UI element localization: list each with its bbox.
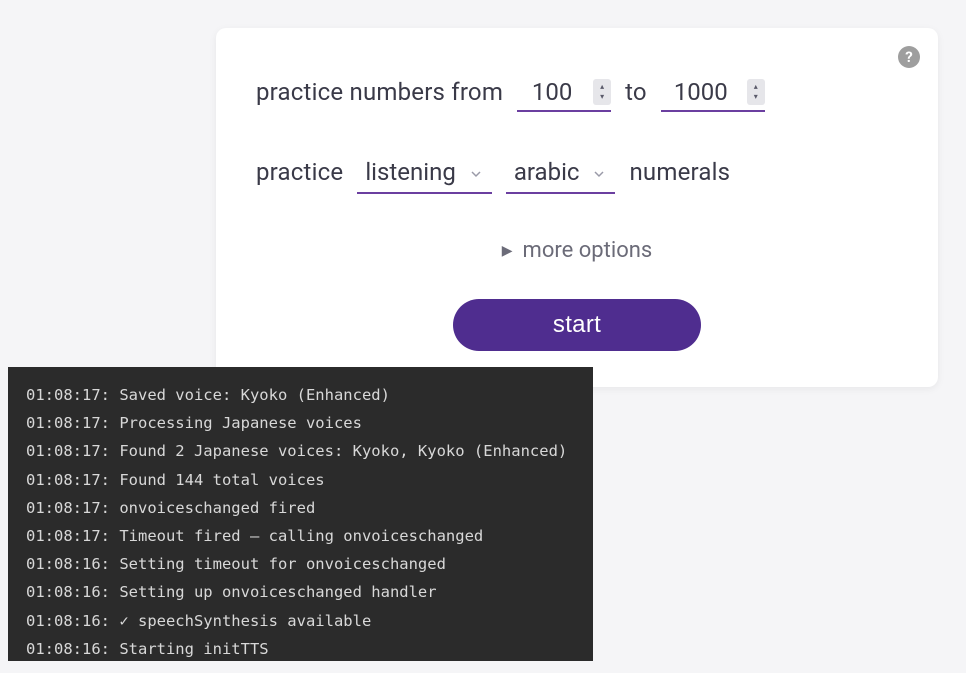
more-options-toggle[interactable]: ▶ more options [502, 238, 653, 263]
chevron-up-icon: ▴ [600, 82, 604, 92]
help-icon-glyph: ? [905, 48, 912, 66]
script-select[interactable]: arabic [506, 156, 616, 194]
script-select-value: arabic [514, 158, 580, 186]
log-line: 01:08:17: onvoiceschanged fired [26, 494, 575, 522]
start-button[interactable]: start [453, 299, 701, 351]
log-line: 01:08:17: Found 144 total voices [26, 466, 575, 494]
chevron-up-icon: ▴ [754, 82, 758, 92]
to-number-field[interactable]: ▴ ▾ [661, 76, 765, 112]
mode-row: practice listening arabic numerals [256, 156, 898, 194]
log-line: 01:08:17: Processing Japanese voices [26, 409, 575, 437]
to-number-stepper[interactable]: ▴ ▾ [747, 79, 765, 105]
chevron-down-icon: ▾ [600, 92, 604, 102]
log-line: 01:08:16: Setting timeout for onvoicesch… [26, 550, 575, 578]
from-number-field[interactable]: ▴ ▾ [517, 76, 611, 112]
mode-select-value: listening [365, 158, 455, 186]
debug-console: 01:08:17: Saved voice: Kyoko (Enhanced) … [8, 367, 593, 661]
log-line: 01:08:17: Timeout fired – calling onvoic… [26, 522, 575, 550]
more-options-label: more options [523, 238, 653, 263]
log-line: 01:08:16: Setting up onvoiceschanged han… [26, 578, 575, 606]
help-icon[interactable]: ? [898, 46, 920, 68]
chevron-down-icon [591, 166, 607, 186]
from-number-stepper[interactable]: ▴ ▾ [593, 79, 611, 105]
from-number-input[interactable] [517, 78, 587, 106]
chevron-down-icon [468, 166, 484, 186]
range-row: practice numbers from ▴ ▾ to ▴ ▾ [256, 76, 898, 112]
log-line: 01:08:17: Saved voice: Kyoko (Enhanced) [26, 381, 575, 409]
mode-prefix-label: practice [256, 158, 343, 186]
log-line: 01:08:17: Found 2 Japanese voices: Kyoko… [26, 437, 575, 465]
practice-settings-card: ? practice numbers from ▴ ▾ to ▴ ▾ pract… [216, 28, 938, 387]
mode-suffix-label: numerals [629, 158, 730, 186]
mode-select[interactable]: listening [357, 156, 491, 194]
disclosure-triangle-icon: ▶ [502, 243, 513, 259]
chevron-down-icon: ▾ [754, 92, 758, 102]
log-line: 01:08:16: Starting initTTS [26, 635, 575, 661]
range-middle-label: to [625, 78, 647, 106]
to-number-input[interactable] [661, 78, 741, 106]
log-line: 01:08:16: ✓ speechSynthesis available [26, 607, 575, 635]
range-prefix-label: practice numbers from [256, 78, 503, 106]
